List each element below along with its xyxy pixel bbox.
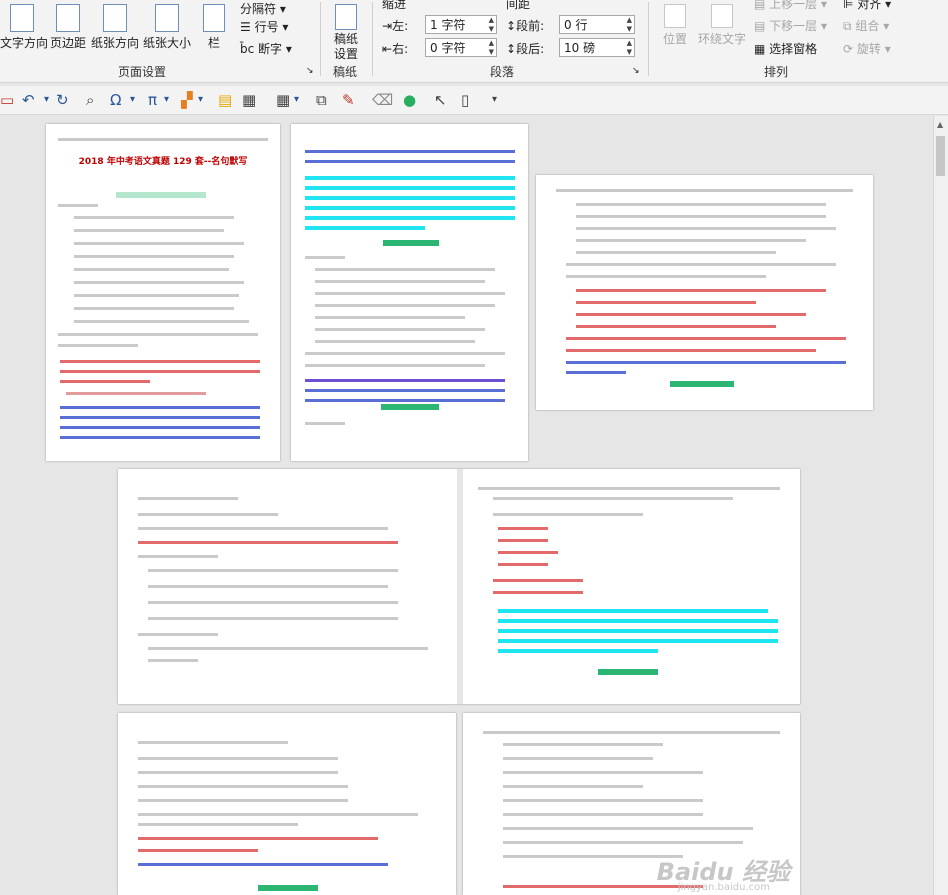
send-backward-button[interactable]: ▤ 下移一层 ▾ [754, 17, 827, 34]
columns-icon [203, 4, 225, 32]
group-icon: ⧉ [843, 19, 856, 33]
divider [320, 2, 321, 76]
document-page-2[interactable] [291, 124, 528, 461]
bring-forward-button[interactable]: ▤ 上移一层 ▾ [754, 0, 827, 12]
spin-arrows-icon[interactable]: ▲ ▼ [627, 39, 632, 57]
paragraph-launcher-icon[interactable]: ↘ [632, 66, 640, 76]
margins-icon [56, 4, 80, 32]
divider [372, 2, 373, 76]
draft-paper-icon [335, 4, 357, 30]
redo-icon[interactable]: ↻ [56, 91, 69, 109]
customize-icon[interactable]: ▾ [492, 91, 497, 109]
position-button[interactable]: 位置 [656, 4, 694, 47]
vertical-scrollbar[interactable]: ▲ [933, 116, 948, 895]
spacing-after-icon: ↕ [506, 42, 517, 56]
page-header-rule [483, 731, 780, 734]
print-preview-icon[interactable]: ⌕ [86, 91, 94, 109]
scroll-thumb[interactable] [936, 136, 945, 176]
align-button[interactable]: ⊫ 对齐 ▾ [843, 0, 891, 12]
table-icon[interactable]: ▦ [242, 91, 256, 109]
ribbon: 文字方向 页边距 纸张方向 纸张大小 栏 分隔符 ▾ ☰ 行号 ▾ b̄c 断字… [0, 0, 948, 83]
color-fill-icon[interactable]: ▞ [181, 91, 193, 109]
arrange-group-label: 排列 [764, 65, 789, 79]
indent-right-icon: ⇤ [382, 42, 393, 56]
draft-group-label: 稿纸 [333, 65, 358, 79]
spin-arrows-icon[interactable]: ▲ ▼ [489, 39, 494, 57]
indent-right-input[interactable]: 0 字符 ▲ ▼ [425, 38, 497, 57]
wrap-text-button[interactable]: 环绕文字 [696, 4, 748, 47]
pi-equation-icon[interactable]: π [148, 91, 157, 109]
rotate-icon: ⟳ [843, 42, 857, 56]
quick-access-toolbar: ▭ ↶ ▾ ↻ ⌕ Ω ▾ π ▾ ▞ ▾ ▤ ▦ ▦ ▾ ⧉ ✎ ⌫ ● ↖ … [0, 86, 948, 115]
line-numbers-button[interactable]: ☰ 行号 ▾ [240, 18, 288, 35]
screenshot-icon[interactable]: ⧉ [316, 91, 327, 109]
paragraph-group-label: 段落 [490, 65, 515, 79]
size-icon [155, 4, 179, 32]
line-numbers-icon: ☰ [240, 20, 255, 34]
spacing-title: 间距 [506, 0, 531, 11]
spacing-after-label: ↕段后: [506, 42, 545, 56]
draft-settings-button[interactable]: 稿纸设置 [328, 4, 364, 62]
group-button[interactable]: ⧉ 组合 ▾ [843, 17, 889, 34]
page-header-rule [478, 487, 780, 490]
hyphenation-button[interactable]: b̄c 断字 ▾ [240, 40, 292, 57]
selection-pane-icon: ▦ [754, 42, 770, 56]
size-button[interactable]: 纸张大小 [142, 4, 192, 51]
bring-forward-icon: ▤ [754, 0, 770, 11]
margins-button[interactable]: 页边距 [48, 4, 88, 51]
position-icon [664, 4, 686, 28]
selection-pane-button[interactable]: ▦ 选择窗格 [754, 40, 817, 57]
indent-left-label: ⇥左: [382, 19, 409, 33]
columns-button[interactable]: 栏 [202, 4, 226, 51]
orientation-icon [103, 4, 127, 32]
hyphenation-icon: b̄c [240, 42, 259, 56]
text-direction-button[interactable]: 文字方向 [0, 4, 48, 51]
indent-left-input[interactable]: 1 字符 ▲ ▼ [425, 15, 497, 34]
undo-icon[interactable]: ↶ [22, 91, 35, 109]
document-page-4-5[interactable] [118, 469, 800, 704]
omega-symbol-icon[interactable]: Ω [110, 91, 121, 109]
doc-icon[interactable]: ▤ [218, 91, 232, 109]
save-icon[interactable]: ▭ [0, 91, 14, 109]
page-setup-launcher-icon[interactable]: ↘ [306, 66, 314, 76]
breaks-button[interactable]: 分隔符 ▾ [240, 0, 286, 17]
orientation-button[interactable]: 纸张方向 [90, 4, 140, 51]
spacing-before-input[interactable]: 0 行 ▲ ▼ [559, 15, 635, 34]
document-page-3[interactable] [536, 175, 873, 410]
table-icon[interactable]: ▦ [276, 91, 290, 109]
indent-right-label: ⇤右: [382, 42, 409, 56]
scroll-up-icon[interactable]: ▲ [937, 120, 943, 129]
document-page-1[interactable]: 2018 年中考语文真题 129 套--名句默写 [46, 124, 280, 461]
align-icon: ⊫ [843, 0, 858, 11]
document-page-7[interactable]: Baidu 经验 jingyan.baidu.com [463, 713, 800, 895]
rotate-button[interactable]: ⟳ 旋转 ▾ [843, 40, 891, 57]
spacing-after-input[interactable]: 10 磅 ▲ ▼ [559, 38, 635, 57]
spacing-before-icon: ↕ [506, 19, 517, 33]
document-title: 2018 年中考语文真题 129 套--名句默写 [78, 157, 248, 167]
indent-left-icon: ⇥ [382, 19, 393, 33]
divider [648, 2, 649, 76]
send-backward-icon: ▤ [754, 19, 770, 33]
page-setup-group-label: 页面设置 [118, 65, 167, 79]
page-header-rule [556, 189, 853, 192]
spacing-before-label: ↕段前: [506, 19, 545, 33]
wrap-text-icon [711, 4, 733, 28]
cursor-icon[interactable]: ↖ [434, 91, 447, 109]
document-page-6[interactable] [118, 713, 456, 895]
text-direction-icon [10, 4, 34, 32]
indent-title: 缩进 [382, 0, 407, 11]
spin-arrows-icon[interactable]: ▲ ▼ [627, 16, 632, 34]
format-painter-icon[interactable]: ✎ [342, 91, 355, 109]
page-header-rule [58, 138, 268, 141]
spin-arrows-icon[interactable]: ▲ ▼ [489, 16, 494, 34]
clear-format-icon[interactable]: ⌫ [372, 91, 393, 109]
baidu-watermark-url: jingyan.baidu.com [677, 882, 770, 893]
new-page-icon[interactable]: ▯ [461, 91, 469, 109]
shape-circle-icon[interactable]: ● [403, 91, 416, 109]
